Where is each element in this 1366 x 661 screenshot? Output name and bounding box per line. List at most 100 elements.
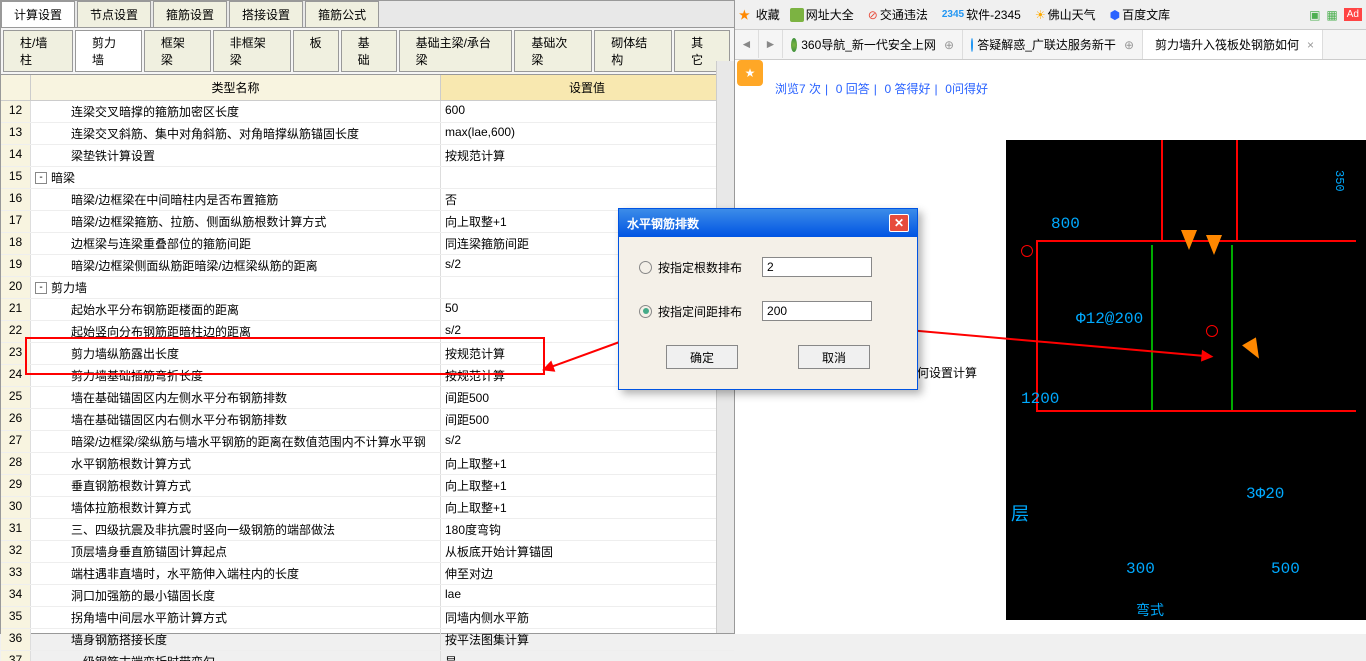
bar-site-nav[interactable]: 网址大全 — [786, 4, 858, 25]
table-row[interactable]: 30墙体拉筋根数计算方式向上取整+1 — [1, 497, 734, 519]
table-row[interactable]: 32顶层墙身垂直筋锚固计算起点从板底开始计算锚固 — [1, 541, 734, 563]
subtab-nonframe-beam[interactable]: 非框架梁 — [213, 30, 291, 72]
setting-value-cell[interactable]: 间距500 — [441, 409, 734, 430]
close-icon[interactable]: × — [1307, 38, 1314, 52]
setting-value-cell[interactable]: 同墙内侧水平筋 — [441, 607, 734, 628]
setting-value-cell[interactable]: 否 — [441, 189, 734, 210]
dialog-title-text: 水平钢筋排数 — [627, 215, 699, 232]
table-row[interactable]: 12连梁交叉暗撑的箍筋加密区长度600 — [1, 101, 734, 123]
tree-toggle-icon[interactable]: - — [35, 282, 47, 294]
setting-value-cell[interactable]: 是 — [441, 651, 734, 661]
setting-value-cell[interactable]: max(lae,600) — [441, 123, 734, 144]
subtab-foundation[interactable]: 基础 — [341, 30, 397, 72]
tab-calc-settings[interactable]: 计算设置 — [1, 1, 75, 27]
table-row[interactable]: 27暗梁/边框梁/梁纵筋与墙水平钢筋的距离在数值范围内不计算水平钢s/2 — [1, 431, 734, 453]
spacing-input[interactable] — [762, 301, 872, 321]
row-number: 15 — [1, 167, 31, 188]
type-name-cell: -剪力墙 — [31, 277, 441, 298]
tab-lap-settings[interactable]: 搭接设置 — [229, 1, 303, 27]
bar-wenku[interactable]: ⬢百度文库 — [1106, 4, 1175, 25]
setting-value-cell[interactable] — [441, 167, 734, 188]
subtab-foundation-secondary[interactable]: 基础次梁 — [514, 30, 592, 72]
row-number: 32 — [1, 541, 31, 562]
sub-tabs: 柱/墙柱 剪力墙 框架梁 非框架梁 板 基础 基础主梁/承台梁 基础次梁 砌体结… — [1, 28, 734, 75]
table-row[interactable]: 26墙在基础锚固区内右侧水平分布钢筋排数间距500 — [1, 409, 734, 431]
browser-tab-shearwall[interactable]: 剪力墙升入筏板处钢筋如何 × — [1143, 30, 1323, 59]
tree-toggle-icon[interactable]: - — [35, 172, 47, 184]
setting-value-cell[interactable]: 从板底开始计算锚固 — [441, 541, 734, 562]
tab-stirrup-formula[interactable]: 箍筋公式 — [305, 1, 379, 27]
toolbar-icon-1[interactable]: ▣ — [1309, 8, 1320, 22]
bar-weather[interactable]: ☀佛山天气 — [1031, 4, 1100, 25]
subtab-shearwall[interactable]: 剪力墙 — [75, 30, 142, 72]
setting-value-cell[interactable]: s/2 — [441, 431, 734, 452]
type-name-cell: 边框梁与连梁重叠部位的箍筋间距 — [31, 233, 441, 254]
row-number: 24 — [1, 365, 31, 386]
table-row[interactable]: 37一级钢筋末端弯折时带弯勾是 — [1, 651, 734, 661]
traffic-icon: ⊘ — [868, 8, 878, 22]
setting-value-cell[interactable]: 伸至对边 — [441, 563, 734, 584]
radio-by-spacing[interactable]: 按指定间距排布 — [639, 303, 742, 320]
tab-stirrup-settings[interactable]: 箍筋设置 — [153, 1, 227, 27]
table-row[interactable]: 13连梁交叉斜筋、集中对角斜筋、对角暗撑纵筋锚固长度max(lae,600) — [1, 123, 734, 145]
setting-value-cell[interactable]: 向上取整+1 — [441, 453, 734, 474]
bar-software[interactable]: 2345软件-2345 — [938, 4, 1025, 25]
bar-traffic[interactable]: ⊘交通违法 — [864, 4, 932, 25]
tab-faq-icon — [971, 38, 973, 52]
radio-icon — [639, 261, 652, 274]
subtab-masonry[interactable]: 砌体结构 — [594, 30, 672, 72]
close-icon[interactable]: ⊕ — [1124, 38, 1134, 52]
type-name-cell: 一级钢筋末端弯折时带弯勾 — [31, 651, 441, 661]
table-row[interactable]: 34洞口加强筋的最小锚固长度lae — [1, 585, 734, 607]
radio-by-count[interactable]: 按指定根数排布 — [639, 259, 742, 276]
tab-node-settings[interactable]: 节点设置 — [77, 1, 151, 27]
subtab-slab[interactable]: 板 — [293, 30, 339, 72]
setting-value-cell[interactable]: 180度弯钩 — [441, 519, 734, 540]
type-name-cell: 拐角墙中间层水平筋计算方式 — [31, 607, 441, 628]
toolbar-icon-2[interactable]: ▦ — [1326, 8, 1337, 22]
table-row[interactable]: 25墙在基础锚固区内左侧水平分布钢筋排数间距500 — [1, 387, 734, 409]
dialog-titlebar[interactable]: 水平钢筋排数 ✕ — [619, 209, 917, 237]
subtab-frame-beam[interactable]: 框架梁 — [144, 30, 211, 72]
table-row[interactable]: 29垂直钢筋根数计算方式向上取整+1 — [1, 475, 734, 497]
close-icon[interactable]: ⊕ — [944, 38, 954, 52]
browser-tabs: ◄ ► 360导航_新一代安全上网 ⊕ 答疑解惑_广联达服务新干 ⊕ 剪力墙升入… — [735, 30, 1366, 60]
favorites-label[interactable]: 收藏 — [756, 6, 780, 23]
nav-forward-button[interactable]: ► — [759, 30, 783, 58]
table-row[interactable]: 15-暗梁 — [1, 167, 734, 189]
row-number: 12 — [1, 101, 31, 122]
favorites-star-icon[interactable]: ★ — [739, 8, 750, 22]
ok-button[interactable]: 确定 — [666, 345, 738, 369]
table-row[interactable]: 28水平钢筋根数计算方式向上取整+1 — [1, 453, 734, 475]
sidebar-star-icon[interactable]: ★ — [737, 60, 763, 86]
setting-value-cell[interactable]: lae — [441, 585, 734, 606]
count-input[interactable] — [762, 257, 872, 277]
table-row[interactable]: 31三、四级抗震及非抗震时竖向一级钢筋的端部做法180度弯钩 — [1, 519, 734, 541]
subtab-column[interactable]: 柱/墙柱 — [3, 30, 73, 72]
setting-value-cell[interactable]: 600 — [441, 101, 734, 122]
toolbar-ad-icon[interactable]: Ad — [1344, 8, 1362, 21]
browser-tab-faq[interactable]: 答疑解惑_广联达服务新干 ⊕ — [963, 30, 1143, 59]
main-tabs: 计算设置 节点设置 箍筋设置 搭接设置 箍筋公式 — [1, 1, 734, 28]
browser-toolbar: ★ 收藏 网址大全 ⊘交通违法 2345软件-2345 ☀佛山天气 ⬢百度文库 … — [735, 0, 1366, 30]
table-row[interactable]: 33端柱遇非直墙时，水平筋伸入端柱内的长度伸至对边 — [1, 563, 734, 585]
setting-value-cell[interactable]: 间距500 — [441, 387, 734, 408]
nav-back-button[interactable]: ◄ — [735, 30, 759, 58]
setting-value-cell[interactable]: 向上取整+1 — [441, 475, 734, 496]
browser-tab-360[interactable]: 360导航_新一代安全上网 ⊕ — [783, 30, 963, 59]
dialog-close-button[interactable]: ✕ — [889, 214, 909, 232]
row-number: 37 — [1, 651, 31, 661]
cancel-button[interactable]: 取消 — [798, 345, 870, 369]
setting-value-cell[interactable]: 按平法图集计算 — [441, 629, 734, 650]
setting-value-cell[interactable]: 向上取整+1 — [441, 497, 734, 518]
type-name-cell: 墙身钢筋搭接长度 — [31, 629, 441, 650]
table-row[interactable]: 36墙身钢筋搭接长度按平法图集计算 — [1, 629, 734, 651]
subtab-foundation-main-beam[interactable]: 基础主梁/承台梁 — [399, 30, 513, 72]
table-row[interactable]: 14梁垫铁计算设置按规范计算 — [1, 145, 734, 167]
row-number: 21 — [1, 299, 31, 320]
type-name-cell: 端柱遇非直墙时，水平筋伸入端柱内的长度 — [31, 563, 441, 584]
type-name-cell: 剪力墙纵筋露出长度 — [31, 343, 441, 364]
table-row[interactable]: 35拐角墙中间层水平筋计算方式同墙内侧水平筋 — [1, 607, 734, 629]
type-name-cell: 剪力墙基础插筋弯折长度 — [31, 365, 441, 386]
setting-value-cell[interactable]: 按规范计算 — [441, 145, 734, 166]
